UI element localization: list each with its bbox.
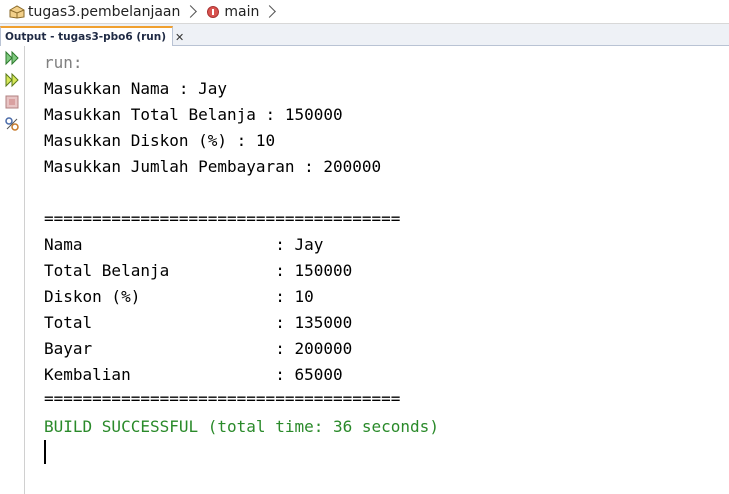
- console-line: Kembalian : 65000: [44, 365, 343, 384]
- console-line: Masukkan Nama : Jay: [44, 79, 228, 98]
- output-toolbar: [0, 46, 25, 494]
- console-line: Nama : Jay: [44, 235, 324, 254]
- console-line: =====================================: [44, 389, 401, 408]
- console-line: Masukkan Total Belanja : 150000: [44, 105, 343, 124]
- console-output[interactable]: run: Masukkan Nama : Jay Masukkan Total …: [26, 46, 729, 494]
- rerun-icon[interactable]: [4, 50, 20, 66]
- build-status: BUILD SUCCESSFUL (total time: 36 seconds…: [44, 417, 439, 436]
- console-line: =====================================: [44, 209, 401, 228]
- settings-icon[interactable]: [4, 116, 20, 132]
- chevron-right-icon: [263, 5, 277, 18]
- breadcrumb-method[interactable]: main: [207, 4, 259, 20]
- stop-icon[interactable]: [4, 94, 20, 110]
- breadcrumb: tugas3.pembelanjaan main: [0, 0, 729, 24]
- chevron-right-icon: [184, 5, 198, 18]
- rerun-with-params-icon[interactable]: [4, 72, 20, 88]
- breadcrumb-package[interactable]: tugas3.pembelanjaan: [9, 4, 180, 20]
- console-line: run:: [44, 53, 83, 72]
- close-icon[interactable]: ✕: [175, 31, 184, 44]
- breadcrumb-package-label: tugas3.pembelanjaan: [28, 3, 181, 20]
- console-line: Masukkan Jumlah Pembayaran : 200000: [44, 157, 382, 176]
- tab-output-label: Output - tugas3-pbo6 (run): [5, 31, 167, 43]
- console-line: Diskon (%) : 10: [44, 287, 314, 306]
- method-icon: [207, 5, 220, 18]
- breadcrumb-method-label: main: [224, 3, 260, 20]
- package-icon: [9, 4, 25, 19]
- console-line: Total : 135000: [44, 313, 353, 332]
- text-caret: [44, 440, 46, 464]
- console-line: Total Belanja : 150000: [44, 261, 353, 280]
- console-line: Bayar : 200000: [44, 339, 353, 358]
- tab-output[interactable]: Output - tugas3-pbo6 (run) ✕: [0, 26, 184, 46]
- output-tab-bar: Output - tugas3-pbo6 (run) ✕: [0, 24, 729, 46]
- console-line: Masukkan Diskon (%) : 10: [44, 131, 276, 150]
